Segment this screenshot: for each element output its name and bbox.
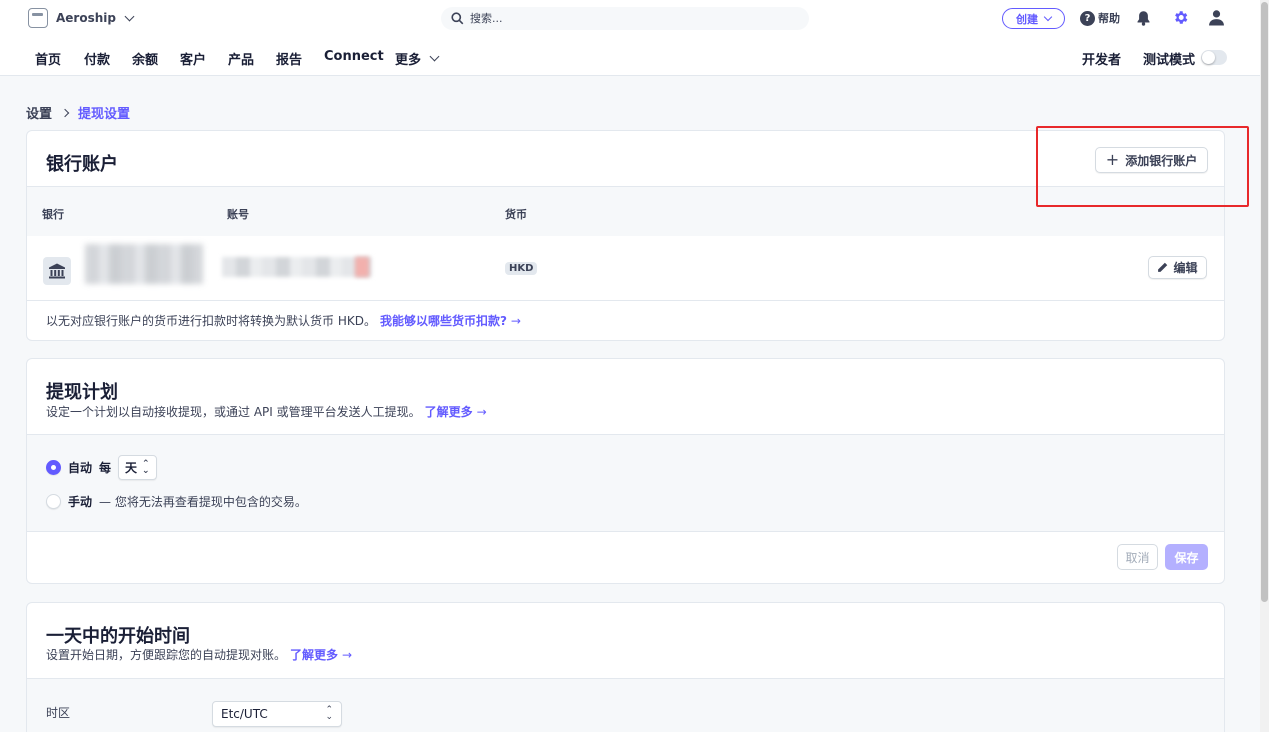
breadcrumb: 设置 提现设置 (26, 103, 130, 122)
edit-bank-account-button[interactable]: 编辑 (1148, 256, 1207, 279)
bell-icon[interactable] (1136, 10, 1151, 26)
redacted-account-number (222, 257, 372, 277)
nav-item-more[interactable]: 更多 (395, 49, 440, 68)
breadcrumb-settings[interactable]: 设置 (26, 103, 52, 122)
currency-note-text: 以无对应银行账户的货币进行扣款时将转换为默认货币 HKD。 (46, 314, 376, 328)
currency-badge: HKD (505, 262, 538, 275)
automatic-radio[interactable] (46, 460, 61, 475)
learn-more-link[interactable]: 了解更多 (425, 403, 473, 420)
add-bank-account-label: 添加银行账户 (1125, 153, 1198, 168)
top-bar: Aeroship 创建 ? 帮助 (0, 0, 1260, 38)
start-time-subtitle: 设置开始日期，方便跟踪您的自动提现对账。 了解更多 → (46, 646, 352, 663)
create-button[interactable]: 创建 (1002, 8, 1065, 29)
add-bank-account-button[interactable]: + 添加银行账户 (1095, 147, 1208, 173)
bank-icon (43, 257, 71, 285)
redacted-account-number-tail (355, 257, 369, 277)
bank-accounts-title: 银行账户 (46, 154, 118, 175)
main-nav: 首页 付款 余额 客户 产品 报告 Connect 更多 开发者 测试模式 (0, 38, 1260, 76)
start-time-card: 一天中的开始时间 设置开始日期，方便跟踪您的自动提现对账。 了解更多 → 时区 … (26, 602, 1225, 732)
column-account-number: 账号 (227, 208, 249, 221)
chevron-right-icon (60, 108, 70, 117)
every-label: 每 (99, 461, 112, 475)
plus-icon: + (1105, 150, 1120, 169)
account-name: Aeroship (56, 11, 116, 25)
payout-schedule-desc: 设定一个计划以自动接收提现，或通过 API 或管理平台发送人工提现。 (46, 405, 421, 419)
redacted-bank-name (85, 244, 203, 284)
table-header: 银行 账号 货币 (27, 186, 1224, 236)
gear-icon[interactable] (1172, 9, 1189, 26)
test-mode-label: 测试模式 (1143, 53, 1196, 68)
bank-accounts-card: 银行账户 + 添加银行账户 银行 账号 货币 HKD 编辑 以无对应银行账户的货… (26, 130, 1225, 341)
payout-schedule-card: 提现计划 设定一个计划以自动接收提现，或通过 API 或管理平台发送人工提现。 … (26, 358, 1225, 584)
create-label: 创建 (1016, 12, 1038, 26)
manual-option[interactable]: 手动 — 您将无法再查看提现中包含的交易。 (46, 493, 307, 510)
nav-item-home[interactable]: 首页 (35, 49, 61, 68)
arrow-right-icon: → (476, 404, 487, 419)
account-switcher[interactable]: Aeroship (28, 8, 135, 28)
automatic-option[interactable]: 自动 每 天 ⌃ ⌄ (46, 455, 157, 480)
scrollbar-thumb[interactable] (1261, 2, 1268, 602)
save-button[interactable]: 保存 (1165, 544, 1208, 570)
schedule-options: 自动 每 天 ⌃ ⌄ 手动 — 您将无法再查看提现中包含的交易。 (27, 434, 1224, 532)
column-bank: 银行 (42, 208, 64, 221)
search-icon (451, 12, 464, 25)
payout-schedule-title: 提现计划 (46, 382, 118, 403)
arrow-right-icon: → (510, 313, 521, 328)
column-currency: 货币 (505, 208, 527, 221)
breadcrumb-payout-settings[interactable]: 提现设置 (78, 103, 130, 122)
timezone-label: 时区 (46, 706, 71, 720)
nav-item-products[interactable]: 产品 (228, 49, 254, 68)
search-input[interactable] (470, 12, 770, 25)
nav-item-developers[interactable]: 开发者 (1082, 49, 1121, 68)
nav-item-customers[interactable]: 客户 (180, 49, 206, 68)
help-label: 帮助 (1098, 12, 1120, 25)
select-arrows-icon: ⌃ ⌄ (325, 705, 333, 722)
chevron-down-icon (429, 51, 440, 62)
select-arrows-icon: ⌃ ⌄ (142, 458, 150, 476)
start-time-desc: 设置开始日期，方便跟踪您的自动提现对账。 (46, 648, 287, 662)
manual-radio[interactable] (46, 494, 61, 509)
test-mode-toggle[interactable] (1201, 50, 1227, 65)
help-button[interactable]: ? 帮助 (1080, 10, 1120, 26)
interval-select[interactable]: 天 ⌃ ⌄ (118, 455, 157, 480)
nav-item-balances[interactable]: 余额 (132, 49, 158, 68)
cancel-button[interactable]: 取消 (1117, 544, 1158, 570)
nav-more-label: 更多 (395, 53, 422, 68)
currency-help-link[interactable]: 我能够以哪些货币扣款? (380, 312, 507, 329)
user-icon[interactable] (1208, 9, 1225, 26)
currency-note: 以无对应银行账户的货币进行扣款时将转换为默认货币 HKD。 我能够以哪些货币扣款… (46, 312, 521, 329)
automatic-label: 自动 (68, 461, 93, 475)
scrollbar[interactable] (1260, 0, 1269, 732)
help-icon: ? (1080, 10, 1095, 26)
payout-schedule-subtitle: 设定一个计划以自动接收提现，或通过 API 或管理平台发送人工提现。 了解更多 … (46, 403, 487, 420)
table-row: HKD 编辑 (27, 236, 1224, 301)
timezone-value: Etc/UTC (221, 707, 268, 721)
timezone-select[interactable]: Etc/UTC ⌃ ⌄ (212, 701, 342, 727)
search-bar[interactable] (441, 7, 809, 30)
interval-value: 天 (125, 461, 138, 475)
manual-label: 手动 (68, 495, 93, 509)
account-logo-icon (28, 8, 48, 28)
nav-item-payments[interactable]: 付款 (84, 49, 110, 68)
nav-item-connect[interactable]: Connect (324, 49, 384, 64)
chevron-down-icon (1043, 12, 1053, 21)
pencil-icon (1158, 262, 1168, 272)
edit-label: 编辑 (1173, 261, 1198, 275)
nav-item-reports[interactable]: 报告 (276, 49, 302, 68)
chevron-down-icon (124, 11, 135, 21)
learn-more-link[interactable]: 了解更多 (290, 646, 338, 663)
timezone-section: 时区 Etc/UTC ⌃ ⌄ (27, 678, 1224, 732)
arrow-right-icon: → (342, 647, 353, 662)
manual-desc: — 您将无法再查看提现中包含的交易。 (99, 495, 307, 509)
start-time-title: 一天中的开始时间 (46, 626, 190, 647)
